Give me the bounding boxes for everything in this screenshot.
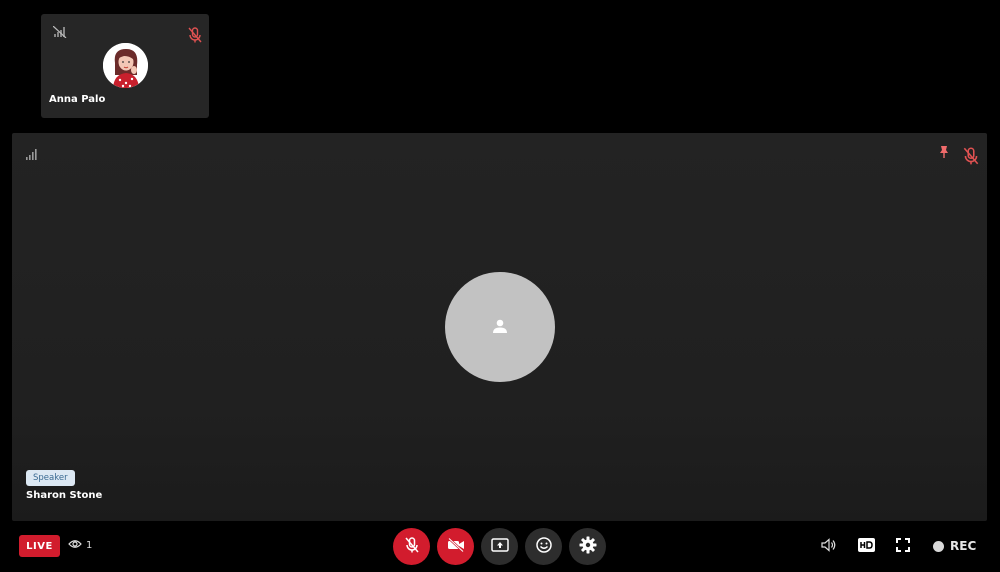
avatar-placeholder [445, 272, 555, 382]
record-label: REC [950, 539, 977, 553]
fullscreen-icon [896, 537, 910, 556]
participant-tile-main[interactable]: Speaker Sharon Stone [12, 133, 987, 521]
mic-muted-icon [187, 26, 203, 48]
record-dot-icon [933, 540, 944, 552]
role-badge: Speaker [26, 470, 75, 486]
signal-weak-icon [52, 23, 67, 42]
record-button[interactable]: REC [933, 535, 976, 557]
right-toolbar: REC [0, 535, 1000, 557]
pin-icon[interactable] [939, 144, 949, 163]
hd-icon [857, 537, 875, 556]
hd-quality-button[interactable] [857, 535, 875, 557]
avatar [103, 43, 148, 88]
volume-button[interactable] [820, 535, 838, 557]
mic-muted-icon [962, 146, 980, 170]
participant-name: Sharon Stone [26, 490, 103, 501]
person-icon [492, 318, 508, 337]
signal-strength-icon [26, 145, 38, 164]
fullscreen-button[interactable] [894, 535, 912, 557]
participant-name: Anna Palo [49, 94, 106, 105]
volume-icon [821, 537, 837, 556]
participant-tile-thumbnail[interactable]: Anna Palo [41, 14, 209, 118]
